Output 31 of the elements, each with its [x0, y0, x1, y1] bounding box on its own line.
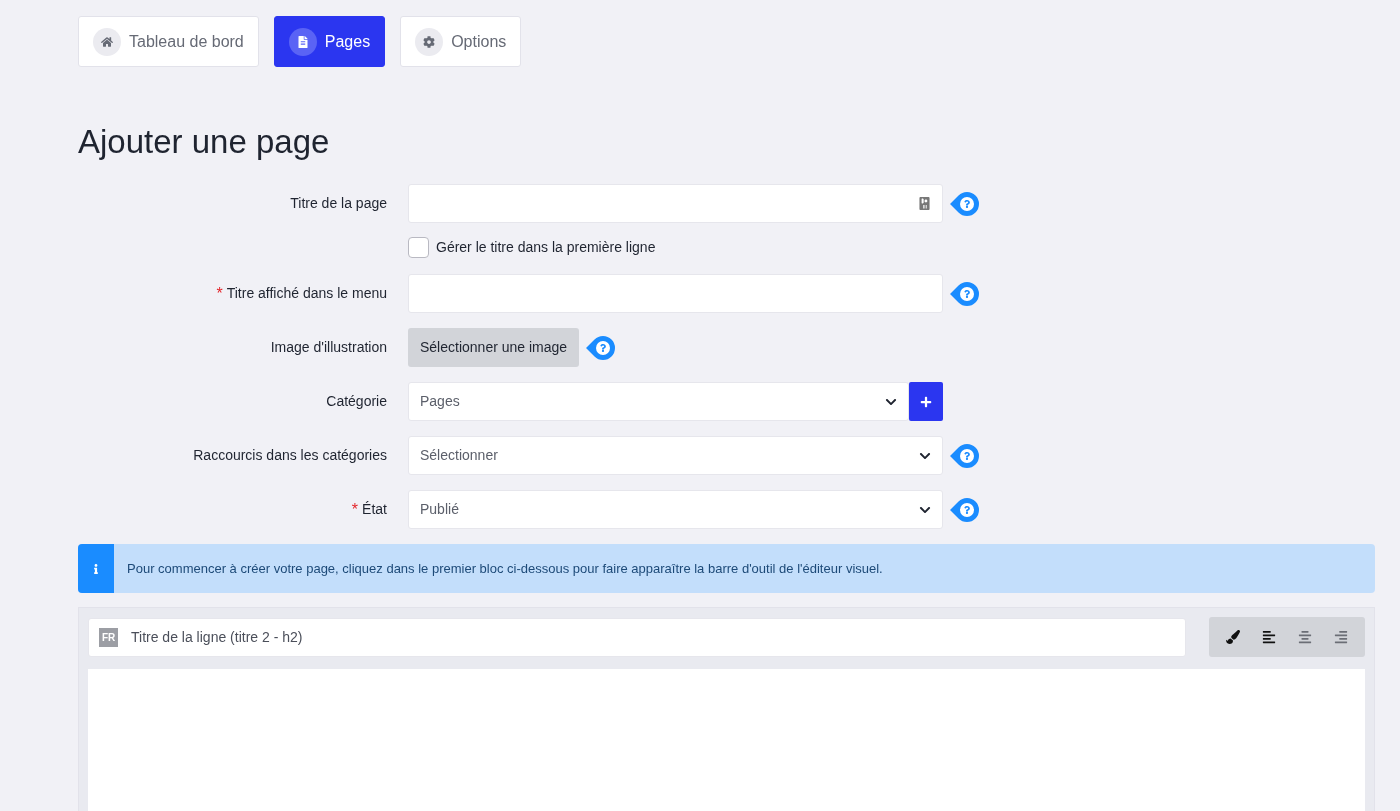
- field-label: Raccourcis dans les catégories: [193, 446, 387, 465]
- brush-icon: [1226, 630, 1240, 644]
- align-center-icon: [1298, 630, 1312, 644]
- info-text: Pour commencer à créer votre page, cliquez dans le premier bloc ci-dessous pour faire apparaître la barre d'outil de l'éditeur visuel.: [127, 559, 883, 578]
- field-label: État: [362, 500, 387, 519]
- field-label: Titre de la page: [290, 194, 387, 213]
- required-mark: *: [216, 283, 223, 304]
- home-icon: [101, 35, 113, 48]
- page-heading: Ajouter une page: [78, 125, 331, 158]
- field-label: Image d'illustration: [270, 338, 387, 357]
- nav-tab[interactable]: Options: [400, 16, 522, 67]
- checkbox[interactable]: [408, 236, 429, 258]
- checkbox-label: Gérer le titre dans la première ligne: [436, 237, 656, 257]
- field-label: Titre affiché dans le menu: [226, 284, 387, 303]
- gear-icon: [423, 35, 436, 48]
- nav-tab[interactable]: Pages: [273, 16, 386, 67]
- info-icon: [91, 563, 101, 574]
- select-field[interactable]: Publié: [408, 490, 943, 529]
- align-right-icon: [1334, 630, 1348, 644]
- select-field[interactable]: Pages: [408, 382, 909, 421]
- document-icon: [296, 35, 309, 48]
- field-label: Catégorie: [326, 392, 387, 411]
- align-left-icon: [1262, 630, 1276, 644]
- plus-icon: [920, 395, 932, 408]
- text-field[interactable]: [408, 274, 943, 313]
- select-field[interactable]: Sélectionner: [408, 436, 943, 475]
- nav-tab[interactable]: Tableau de bord: [78, 16, 259, 67]
- required-mark: *: [351, 499, 359, 520]
- text-field[interactable]: [408, 184, 943, 223]
- select-image-button[interactable]: Sélectionner une image: [408, 328, 580, 367]
- add-button[interactable]: [909, 382, 943, 421]
